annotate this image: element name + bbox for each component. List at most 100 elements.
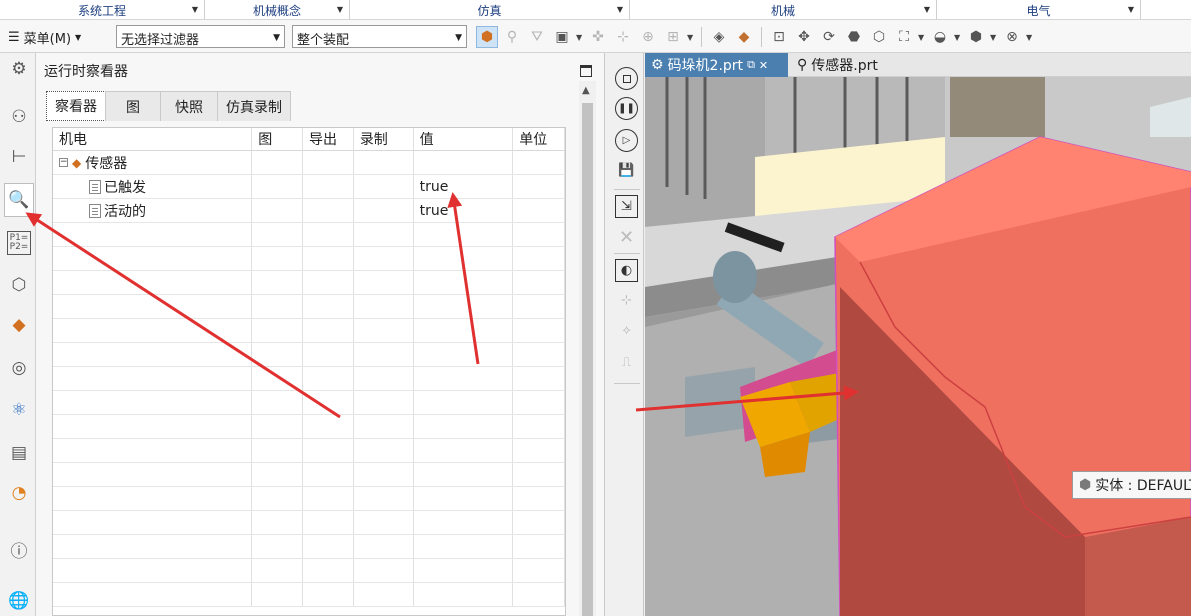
column-header[interactable]: 值 — [414, 128, 514, 150]
move-signal-icon[interactable]: ⟡ — [615, 319, 638, 342]
chevron-down-icon[interactable]: ▼ — [617, 5, 623, 14]
layer-visibility-icon[interactable]: ⊗ — [1001, 26, 1023, 48]
gear-icon[interactable]: ⚙ — [7, 57, 31, 81]
close-icon[interactable]: ✕ — [759, 59, 768, 72]
atom-icon[interactable]: ⚛ — [7, 398, 31, 422]
tab-document[interactable]: ⚲ 传感器.prt — [791, 53, 911, 77]
chevron-down-icon[interactable]: ▼ — [1128, 5, 1134, 14]
column-header[interactable]: 导出 — [303, 128, 354, 150]
scrollbar-thumb[interactable] — [582, 103, 593, 616]
assembly-scope-dropdown[interactable]: 整个装配 ▼ — [292, 25, 467, 48]
cell — [53, 367, 253, 390]
box-panel — [950, 77, 1045, 137]
shaded-icon[interactable]: ⬣ — [843, 26, 865, 48]
orient-view-icon[interactable]: ⬢ — [965, 26, 987, 48]
ribbon-group-simulation[interactable]: 仿真 ▼ — [350, 0, 630, 20]
collapse-toggle[interactable]: − — [59, 158, 68, 167]
empty-row — [53, 511, 565, 535]
chevron-down-icon[interactable]: ▼ — [990, 33, 998, 42]
cell — [303, 343, 354, 366]
render-style-icon[interactable]: ◒ — [929, 26, 951, 48]
panel-scrollbar[interactable]: ▲ — [579, 81, 596, 616]
web-browser-icon[interactable]: 🌐 — [7, 589, 31, 613]
column-header[interactable]: 录制 — [354, 128, 414, 150]
part-library-icon[interactable]: ⬡ — [7, 273, 31, 297]
table-row[interactable]: 活动的 true — [53, 199, 565, 223]
graphics-window[interactable]: ⬢ 实体 : DEFAULT — [645, 77, 1191, 616]
snapshot-icon[interactable]: ◐ — [615, 259, 638, 282]
cell — [414, 463, 514, 486]
chevron-down-icon[interactable]: ▼ — [1026, 33, 1034, 42]
snap-center-icon[interactable]: ⊞ — [662, 26, 684, 48]
physics-navigator-icon[interactable]: ⚇ — [7, 105, 31, 129]
cell — [513, 367, 565, 390]
add-signal-icon[interactable]: ⊹ — [615, 289, 638, 312]
tab-snapshot[interactable]: 快照 — [160, 91, 218, 121]
column-header[interactable]: 机电 — [53, 128, 253, 150]
filter-icon[interactable]: ⛛ — [526, 26, 548, 48]
column-header[interactable]: 图 — [252, 128, 303, 150]
ribbon-group-electrical[interactable]: 电气 ▼ — [937, 0, 1141, 20]
cell — [414, 487, 514, 510]
runtime-inspector-icon[interactable]: 🔍 — [4, 183, 34, 217]
chevron-down-icon[interactable]: ▼ — [576, 33, 584, 42]
chevron-down-icon[interactable]: ▼ — [337, 5, 343, 14]
simulation-control-bar: ❚❚ ▷ 💾 ⇲ ✕ ◐ ⊹ ⟡ ⎍ — [610, 53, 644, 616]
constraint-navigator-icon[interactable]: ◎ — [7, 356, 31, 380]
tab-simulation-recording[interactable]: 仿真录制 — [217, 91, 291, 121]
cell — [354, 151, 414, 174]
parameter-icon — [89, 179, 101, 194]
pan-icon[interactable]: ✥ — [793, 26, 815, 48]
selection-filter-dropdown[interactable]: 无选择过滤器 ▼ — [116, 25, 285, 48]
chevron-down-icon[interactable]: ▼ — [687, 33, 695, 42]
tab-document-active[interactable]: ⚙ 码垛机2.prt ⧉ ✕ — [645, 53, 788, 77]
cell — [513, 511, 565, 534]
stop-icon[interactable] — [615, 67, 638, 90]
select-component-icon[interactable]: ▣ — [551, 26, 573, 48]
chevron-down-icon[interactable]: ▼ — [954, 33, 962, 42]
cell — [303, 439, 354, 462]
column-header[interactable]: 单位 — [513, 128, 565, 150]
assembly-icon[interactable]: ◆ — [733, 26, 755, 48]
chevron-down-icon[interactable]: ▼ — [192, 5, 198, 14]
tab-graph[interactable]: 图 — [105, 91, 161, 121]
tab-inspector[interactable]: 察看器 — [46, 91, 106, 121]
chevron-down-icon[interactable]: ▼ — [918, 33, 926, 42]
snap-point-icon[interactable]: ✜ — [587, 26, 609, 48]
export-icon[interactable]: ⇲ — [615, 195, 638, 218]
wireframe-icon[interactable]: ⬡ — [868, 26, 890, 48]
play-icon[interactable]: ▷ — [615, 129, 638, 152]
waveform-icon[interactable]: ⎍ — [615, 351, 638, 374]
menu-button[interactable]: ☰ 菜单(M) ▼ — [8, 27, 81, 47]
cell — [252, 271, 303, 294]
cell — [513, 535, 565, 558]
snap-mid-icon[interactable]: ⊕ — [637, 26, 659, 48]
rotate-icon[interactable]: ⟳ — [818, 26, 840, 48]
row-name: 活动的 — [104, 203, 146, 220]
select-feature-icon[interactable]: ⚲ — [501, 26, 523, 48]
zoom-window-icon[interactable]: ⊡ — [768, 26, 790, 48]
assembly-navigator-icon[interactable]: ◆ — [7, 313, 31, 337]
chevron-down-icon[interactable]: ▼ — [924, 5, 930, 14]
ribbon-group-mechanical[interactable]: 机械 ▼ — [630, 0, 937, 20]
history-icon[interactable]: ▤ — [7, 441, 31, 465]
maximize-icon[interactable] — [580, 65, 592, 77]
save-icon[interactable]: 💾 — [615, 159, 638, 182]
select-body-icon[interactable]: ⬢ — [476, 26, 498, 48]
sequence-editor-icon[interactable]: ⊢ — [7, 145, 31, 169]
close-icon[interactable]: ✕ — [615, 226, 638, 249]
ribbon-group-mechanical-concept[interactable]: 机械概念 ▼ — [205, 0, 350, 20]
part-icon[interactable]: ◈ — [708, 26, 730, 48]
snap-end-icon[interactable]: ⊹ — [612, 26, 634, 48]
signal-mapping-icon[interactable]: P1= P2= — [7, 231, 31, 255]
scroll-up-icon[interactable]: ▲ — [582, 85, 590, 96]
pause-icon[interactable]: ❚❚ — [615, 97, 638, 120]
cell — [303, 271, 354, 294]
ribbon-group-systems-engineering[interactable]: 系统工程 ▼ — [0, 0, 205, 20]
table-row[interactable]: 已触发 true — [53, 175, 565, 199]
fit-view-icon[interactable]: ⛶ — [893, 26, 915, 48]
empty-row — [53, 367, 565, 391]
info-icon[interactable]: ⓘ — [7, 537, 31, 562]
clock-icon[interactable]: ◔ — [7, 481, 31, 505]
table-row[interactable]: − ◆ 传感器 — [53, 151, 565, 175]
